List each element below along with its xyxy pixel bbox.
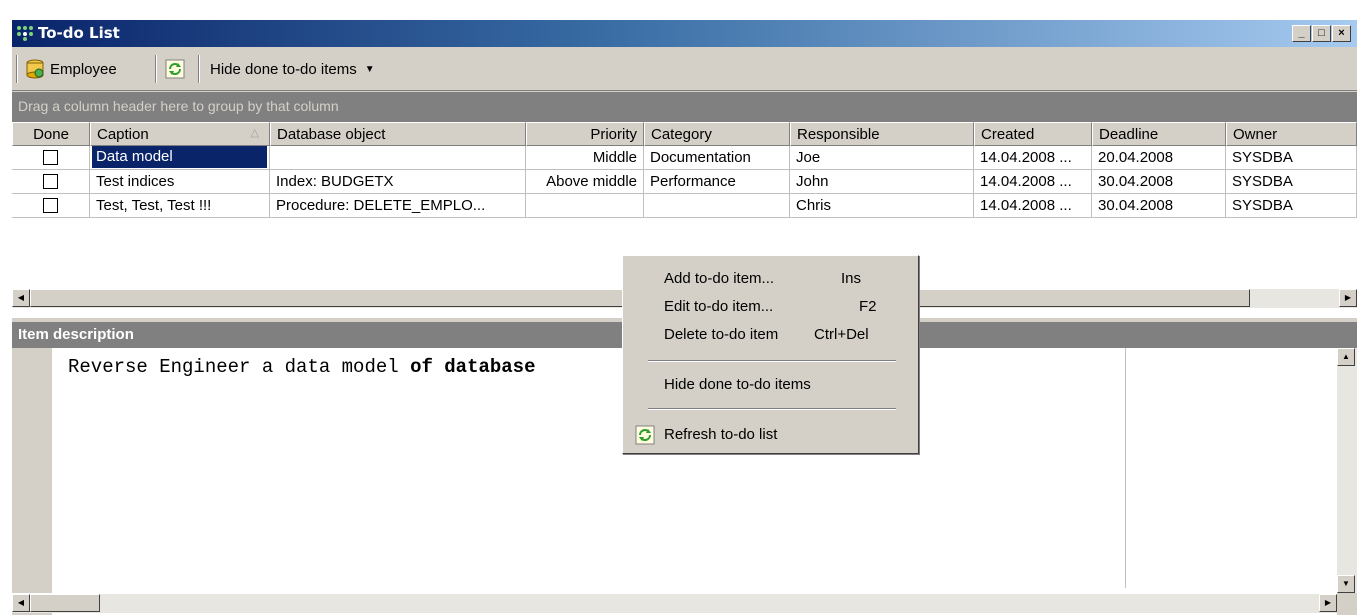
- priority-cell[interactable]: Middle: [526, 146, 644, 170]
- deadline-cell[interactable]: 30.04.2008: [1092, 170, 1226, 194]
- column-header-database-object[interactable]: Database object: [270, 122, 526, 146]
- scroll-right-icon[interactable]: ▶: [1319, 594, 1337, 612]
- sort-asc-icon: △: [250, 127, 259, 139]
- database-icon: [26, 59, 44, 79]
- object-cell[interactable]: Procedure: DELETE_EMPLO...: [270, 194, 526, 218]
- category-cell[interactable]: Performance: [644, 170, 790, 194]
- scroll-right-icon[interactable]: ▶: [1339, 289, 1357, 307]
- responsible-cell[interactable]: John: [790, 170, 974, 194]
- size-grip-icon[interactable]: [1337, 593, 1357, 615]
- done-checkbox[interactable]: [43, 150, 58, 165]
- table-row[interactable]: Data model Middle Documentation Joe 14.0…: [12, 146, 1357, 170]
- table-row[interactable]: Test indices Index: BUDGETX Above middle…: [12, 170, 1357, 194]
- column-header-priority[interactable]: Priority: [526, 122, 644, 146]
- menu-item-shortcut: Ins: [841, 270, 862, 287]
- title-bar[interactable]: To-do List _ □ ×: [12, 20, 1357, 47]
- group-by-panel[interactable]: Drag a column header here to group by th…: [12, 92, 1357, 122]
- done-cell: [12, 146, 90, 170]
- editor-horizontal-scrollbar[interactable]: ◀ ▶: [12, 593, 1337, 613]
- window-title: To-do List: [38, 24, 120, 42]
- menu-item-refresh[interactable]: Refresh to-do list: [623, 422, 918, 448]
- context-menu: Add to-do item... Ins Edit to-do item...…: [622, 255, 919, 454]
- done-checkbox[interactable]: [43, 174, 58, 189]
- toolbar-grip: [16, 55, 18, 83]
- menu-item-label: Add to-do item...: [664, 270, 775, 287]
- column-header-caption[interactable]: Caption △: [90, 122, 270, 146]
- menu-item-add[interactable]: Add to-do item... Ins: [623, 266, 918, 292]
- scroll-up-icon[interactable]: ▲: [1337, 348, 1355, 366]
- caption-cell[interactable]: Test, Test, Test !!!: [90, 194, 270, 218]
- column-header-responsible[interactable]: Responsible: [790, 122, 974, 146]
- caption-cell[interactable]: Test indices: [90, 170, 270, 194]
- menu-item-label: Hide done to-do items: [664, 376, 811, 393]
- menu-separator: [648, 408, 896, 410]
- owner-cell[interactable]: SYSDBA: [1226, 170, 1357, 194]
- toolbar-separator-2: [198, 55, 200, 83]
- refresh-icon: [165, 59, 185, 79]
- hide-done-label: Hide done to-do items: [210, 60, 357, 78]
- scroll-down-icon[interactable]: ▼: [1337, 575, 1355, 593]
- menu-item-shortcut: Ctrl+Del: [814, 326, 869, 343]
- menu-item-label: Edit to-do item...: [664, 298, 774, 315]
- responsible-cell[interactable]: Chris: [790, 194, 974, 218]
- column-header-deadline[interactable]: Deadline: [1092, 122, 1226, 146]
- caption-header-label: Caption: [97, 126, 149, 143]
- column-header-owner[interactable]: Owner: [1226, 122, 1357, 146]
- grid-header: Done Caption △ Database object Priority …: [12, 122, 1357, 146]
- chevron-down-icon: ▼: [364, 63, 375, 75]
- description-text-normal: Reverse Engineer a data model: [68, 356, 411, 378]
- done-cell: [12, 194, 90, 218]
- hide-done-dropdown[interactable]: Hide done to-do items ▼: [210, 55, 375, 83]
- created-cell[interactable]: 14.04.2008 ...: [974, 194, 1092, 218]
- scroll-thumb[interactable]: [30, 594, 100, 612]
- object-cell[interactable]: Index: BUDGETX: [270, 170, 526, 194]
- toolbar-separator: [155, 55, 157, 83]
- table-row[interactable]: Test, Test, Test !!! Procedure: DELETE_E…: [12, 194, 1357, 218]
- close-button[interactable]: ×: [1332, 25, 1351, 42]
- done-cell: [12, 170, 90, 194]
- done-checkbox[interactable]: [43, 198, 58, 213]
- created-cell[interactable]: 14.04.2008 ...: [974, 170, 1092, 194]
- column-header-created[interactable]: Created: [974, 122, 1092, 146]
- menu-item-label: Delete to-do item: [664, 326, 779, 343]
- priority-cell[interactable]: [526, 194, 644, 218]
- description-text-bold: of database: [410, 356, 536, 378]
- refresh-icon: [635, 425, 655, 445]
- refresh-button[interactable]: [165, 55, 185, 83]
- category-cell[interactable]: Documentation: [644, 146, 790, 170]
- column-header-done[interactable]: Done: [12, 122, 90, 146]
- category-cell[interactable]: [644, 194, 790, 218]
- priority-cell[interactable]: Above middle: [526, 170, 644, 194]
- deadline-cell[interactable]: 20.04.2008: [1092, 146, 1226, 170]
- menu-separator: [648, 360, 896, 362]
- description-text[interactable]: Reverse Engineer a data model of databas…: [68, 356, 535, 378]
- responsible-cell[interactable]: Joe: [790, 146, 974, 170]
- editor-vertical-scrollbar[interactable]: ▲ ▼: [1337, 348, 1357, 593]
- editor-gutter: [12, 348, 52, 615]
- menu-item-shortcut: F2: [859, 298, 877, 315]
- owner-cell[interactable]: SYSDBA: [1226, 194, 1357, 218]
- created-cell[interactable]: 14.04.2008 ...: [974, 146, 1092, 170]
- column-guide: [1125, 348, 1126, 588]
- column-header-category[interactable]: Category: [644, 122, 790, 146]
- deadline-cell[interactable]: 30.04.2008: [1092, 194, 1226, 218]
- caption-value: Data model: [92, 146, 267, 168]
- menu-item-label: Refresh to-do list: [664, 426, 778, 443]
- maximize-button[interactable]: □: [1312, 25, 1331, 42]
- scroll-left-icon[interactable]: ◀: [12, 594, 30, 612]
- menu-item-delete[interactable]: Delete to-do item Ctrl+Del: [623, 322, 918, 348]
- toolbar: Employee Hide done to-do items ▼: [12, 47, 1357, 91]
- menu-item-hide-done[interactable]: Hide done to-do items: [623, 372, 918, 398]
- menu-item-edit[interactable]: Edit to-do item... F2: [623, 294, 918, 320]
- caption-cell[interactable]: Data model: [90, 146, 270, 170]
- employee-label: Employee: [50, 60, 117, 78]
- minimize-button[interactable]: _: [1292, 25, 1311, 42]
- object-cell[interactable]: [270, 146, 526, 170]
- scroll-left-icon[interactable]: ◀: [12, 289, 30, 307]
- app-dots-icon: [17, 26, 33, 41]
- employee-button[interactable]: Employee: [24, 55, 117, 83]
- owner-cell[interactable]: SYSDBA: [1226, 146, 1357, 170]
